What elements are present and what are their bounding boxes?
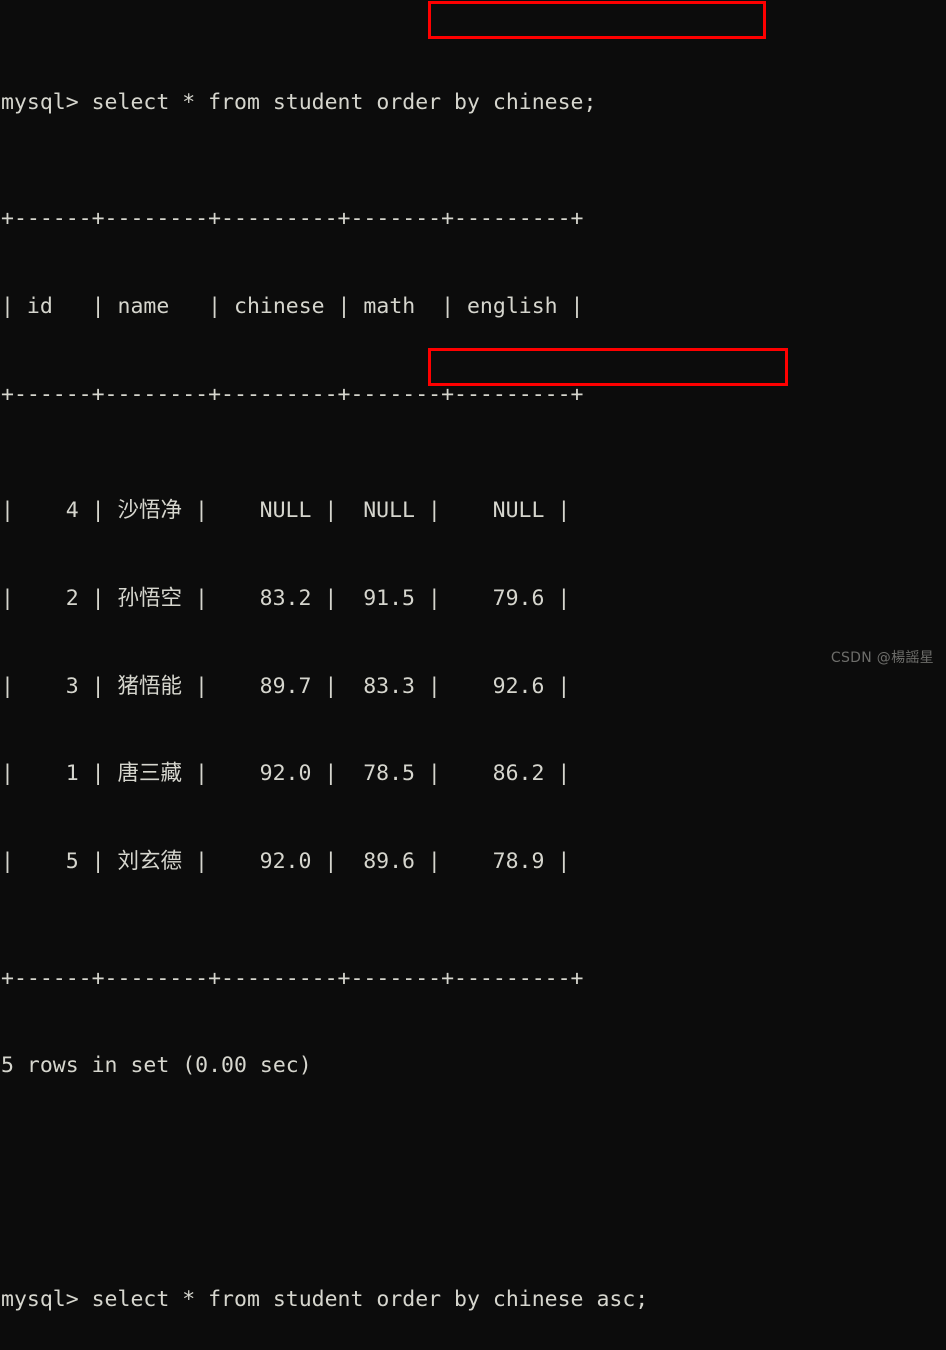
status-line-1: 5 rows in set (0.00 sec): [1, 1053, 312, 1079]
table-row: | 3 | 猪悟能 | 89.7 | 83.3 | 92.6 |: [1, 673, 571, 699]
table-rule-bottom-1: +------+--------+---------+-------+-----…: [1, 965, 584, 991]
table-row: | 1 | 唐三藏 | 92.0 | 78.5 | 86.2 |: [1, 761, 571, 787]
table-row: | 2 | 孙悟空 | 83.2 | 91.5 | 79.6 |: [1, 585, 571, 611]
table-header-1: | id | name | chinese | math | english |: [1, 294, 584, 319]
table-row: | 5 | 刘玄德 | 92.0 | 89.6 | 78.9 |: [1, 848, 571, 874]
command-line-1: mysql> select * from student order by ch…: [1, 88, 946, 117]
command-prefix-1: mysql> select * from student: [1, 89, 377, 115]
table-rule-mid-1: +------+--------+---------+-------+-----…: [1, 381, 584, 407]
table-row: | 4 | 沙悟净 | NULL | NULL | NULL |: [1, 498, 571, 524]
command-highlight-1: order by chinese;: [376, 89, 597, 115]
command-prefix-2: mysql> select * from student: [1, 1286, 377, 1312]
command-highlight-2: order by chinese asc;: [376, 1286, 649, 1312]
watermark: CSDN @楊謡星: [830, 650, 934, 666]
table-rule-top-1: +------+--------+---------+-------+-----…: [1, 206, 584, 232]
command-line-2: mysql> select * from student order by ch…: [1, 1285, 946, 1314]
terminal-output[interactable]: mysql> select * from student order by ch…: [0, 0, 946, 1312]
